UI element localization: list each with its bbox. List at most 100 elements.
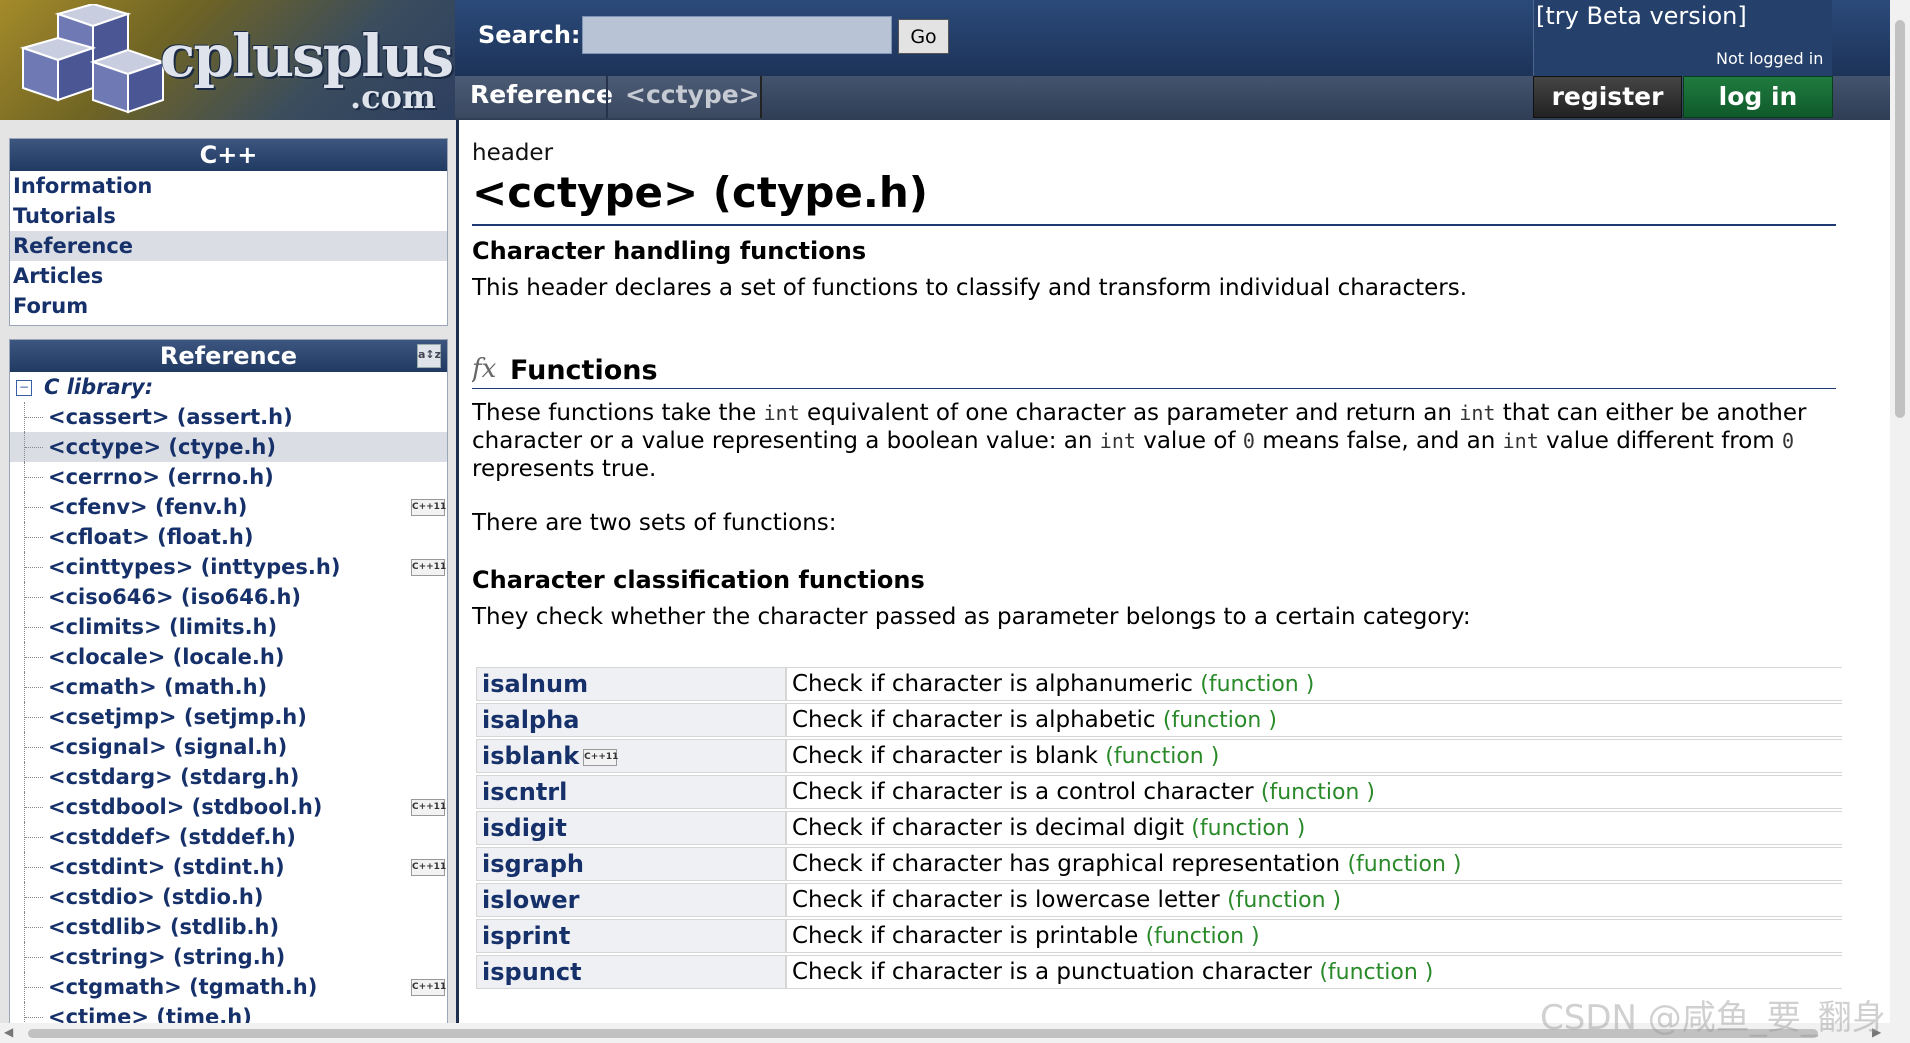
search-input[interactable]	[582, 16, 892, 54]
page-title: <cctype> (ctype.h)	[472, 168, 928, 217]
library-item[interactable]: <cstring> (string.h)	[10, 942, 447, 972]
library-item[interactable]: <cstdbool> (stdbool.h) C++11	[10, 792, 447, 822]
reference-box-header: Reference a↕z	[10, 340, 447, 372]
library-item[interactable]: <ctime> (time.h)	[10, 1002, 447, 1023]
sidebar-item-articles[interactable]: Articles	[10, 261, 447, 291]
library-item[interactable]: <csetjmp> (setjmp.h)	[10, 702, 447, 732]
library-label[interactable]: <cstdlib> (stdlib.h)	[48, 915, 279, 939]
vertical-scrollbar-thumb[interactable]	[1895, 20, 1905, 418]
function-name-cell[interactable]: isdigit	[476, 811, 786, 845]
function-table: isalnum Check if character is alphanumeri…	[476, 665, 1842, 991]
library-label[interactable]: <cfenv> (fenv.h)	[48, 495, 247, 519]
function-description: Check if character has graphical represe…	[792, 851, 1341, 877]
search-go-button[interactable]: Go	[898, 19, 949, 54]
function-description: Check if character is alphabetic	[792, 707, 1156, 733]
library-item[interactable]: <cfloat> (float.h)	[10, 522, 447, 552]
cpp11-badge-icon: C++11	[411, 799, 446, 816]
two-sets-text: There are two sets of functions:	[472, 510, 837, 536]
library-label[interactable]: <cfloat> (float.h)	[48, 525, 253, 549]
library-item[interactable]: <ciso646> (iso646.h)	[10, 582, 447, 612]
library-label[interactable]: <cstdarg> (stdarg.h)	[48, 765, 299, 789]
library-label[interactable]: <climits> (limits.h)	[48, 615, 277, 639]
reference-nav-box: Reference a↕z − C library: <cassert> (as…	[9, 339, 448, 1023]
library-label[interactable]: <cstddef> (stddef.h)	[48, 825, 296, 849]
sidebar-item-reference[interactable]: Reference	[10, 231, 447, 261]
library-label[interactable]: <cctype> (ctype.h)	[48, 435, 276, 459]
scroll-left-icon[interactable]: ◀	[4, 1025, 13, 1039]
library-item[interactable]: <cfenv> (fenv.h) C++11	[10, 492, 447, 522]
function-description-cell: Check if character is lowercase letter (…	[786, 883, 1842, 917]
function-link[interactable]: iscntrl	[482, 778, 567, 806]
function-name-cell[interactable]: isalpha	[476, 703, 786, 737]
library-label[interactable]: <csignal> (signal.h)	[48, 735, 287, 759]
function-link[interactable]: isalnum	[482, 670, 588, 698]
function-name-cell[interactable]: isblank C++11	[476, 739, 786, 773]
library-item[interactable]: <climits> (limits.h)	[10, 612, 447, 642]
sidebar-item-information[interactable]: Information	[10, 171, 447, 201]
library-label[interactable]: <clocale> (locale.h)	[48, 645, 284, 669]
function-link[interactable]: isalpha	[482, 706, 579, 734]
library-item[interactable]: <cerrno> (errno.h)	[10, 462, 447, 492]
function-name-cell[interactable]: ispunct	[476, 955, 786, 989]
library-item[interactable]: <cstdio> (stdio.h)	[10, 882, 447, 912]
library-list: <cassert> (assert.h) <cctype> (ctype.h) <c…	[10, 402, 447, 1023]
library-item[interactable]: <cstddef> (stddef.h)	[10, 822, 447, 852]
function-link[interactable]: isdigit	[482, 814, 567, 842]
function-name-cell[interactable]: isprint	[476, 919, 786, 953]
entity-kind: header	[472, 140, 554, 166]
cubes-logo-icon	[19, 4, 167, 114]
library-label[interactable]: <ctime> (time.h)	[48, 1005, 252, 1023]
function-name-cell[interactable]: iscntrl	[476, 775, 786, 809]
sidebar-item-forum[interactable]: Forum	[10, 291, 447, 321]
function-kind: (function )	[1105, 744, 1220, 769]
c-library-row[interactable]: − C library:	[10, 372, 447, 402]
library-label[interactable]: <ciso646> (iso646.h)	[48, 585, 301, 609]
library-label[interactable]: <cerrno> (errno.h)	[48, 465, 274, 489]
collapse-icon[interactable]: −	[16, 380, 32, 396]
sort-az-icon[interactable]: a↕z	[417, 344, 441, 368]
login-button[interactable]: log in	[1683, 76, 1833, 118]
library-item[interactable]: <cstdint> (stdint.h) C++11	[10, 852, 447, 882]
library-item[interactable]: <cmath> (math.h)	[10, 672, 447, 702]
function-link[interactable]: isblank	[482, 742, 579, 770]
library-label[interactable]: <csetjmp> (setjmp.h)	[48, 705, 307, 729]
library-label[interactable]: <cstdio> (stdio.h)	[48, 885, 263, 909]
function-name-cell[interactable]: islower	[476, 883, 786, 917]
function-description-cell: Check if character has graphical represe…	[786, 847, 1842, 881]
library-item[interactable]: <cstdlib> (stdlib.h)	[10, 912, 447, 942]
library-label[interactable]: <cinttypes> (inttypes.h)	[48, 555, 340, 579]
library-label[interactable]: <cmath> (math.h)	[48, 675, 267, 699]
function-description: Check if character is alphanumeric	[792, 671, 1193, 697]
library-item[interactable]: <cctype> (ctype.h)	[10, 432, 447, 462]
register-button[interactable]: register	[1533, 76, 1682, 118]
function-link[interactable]: isgraph	[482, 850, 584, 878]
sidebar-item-tutorials[interactable]: Tutorials	[10, 201, 447, 231]
beta-version-link[interactable]: [try Beta version]	[1536, 2, 1747, 30]
library-item[interactable]: <ctgmath> (tgmath.h) C++11	[10, 972, 447, 1002]
library-item[interactable]: <clocale> (locale.h)	[10, 642, 447, 672]
library-label[interactable]: <cstring> (string.h)	[48, 945, 285, 969]
table-row: isgraph Check if character has graphical …	[476, 847, 1842, 881]
function-name-cell[interactable]: isalnum	[476, 667, 786, 701]
library-item[interactable]: <cassert> (assert.h)	[10, 402, 447, 432]
library-label[interactable]: <cstdbool> (stdbool.h)	[48, 795, 322, 819]
library-item[interactable]: <cinttypes> (inttypes.h) C++11	[10, 552, 447, 582]
library-item[interactable]: <cstdarg> (stdarg.h)	[10, 762, 447, 792]
cpp-nav-list: Information Tutorials Reference Articles For…	[10, 171, 447, 321]
page-description: This header declares a set of functions …	[472, 275, 1468, 301]
search-label: Search:	[478, 21, 581, 49]
library-label[interactable]: <ctgmath> (tgmath.h)	[48, 975, 317, 999]
site-logo[interactable]: cplusplus .com	[0, 0, 455, 120]
function-link[interactable]: isprint	[482, 922, 570, 950]
function-name-cell[interactable]: isgraph	[476, 847, 786, 881]
function-link[interactable]: ispunct	[482, 958, 582, 986]
function-link[interactable]: islower	[482, 886, 580, 914]
function-kind: (function )	[1145, 924, 1260, 949]
library-label[interactable]: <cstdint> (stdint.h)	[48, 855, 285, 879]
library-label[interactable]: <cassert> (assert.h)	[48, 405, 293, 429]
cpp11-badge-icon: C++11	[583, 748, 618, 766]
breadcrumb-reference[interactable]: Reference	[470, 80, 613, 109]
function-description-cell: Check if character is a punctuation char…	[786, 955, 1842, 989]
library-item[interactable]: <csignal> (signal.h)	[10, 732, 447, 762]
c-library-label[interactable]: C library:	[44, 372, 153, 402]
